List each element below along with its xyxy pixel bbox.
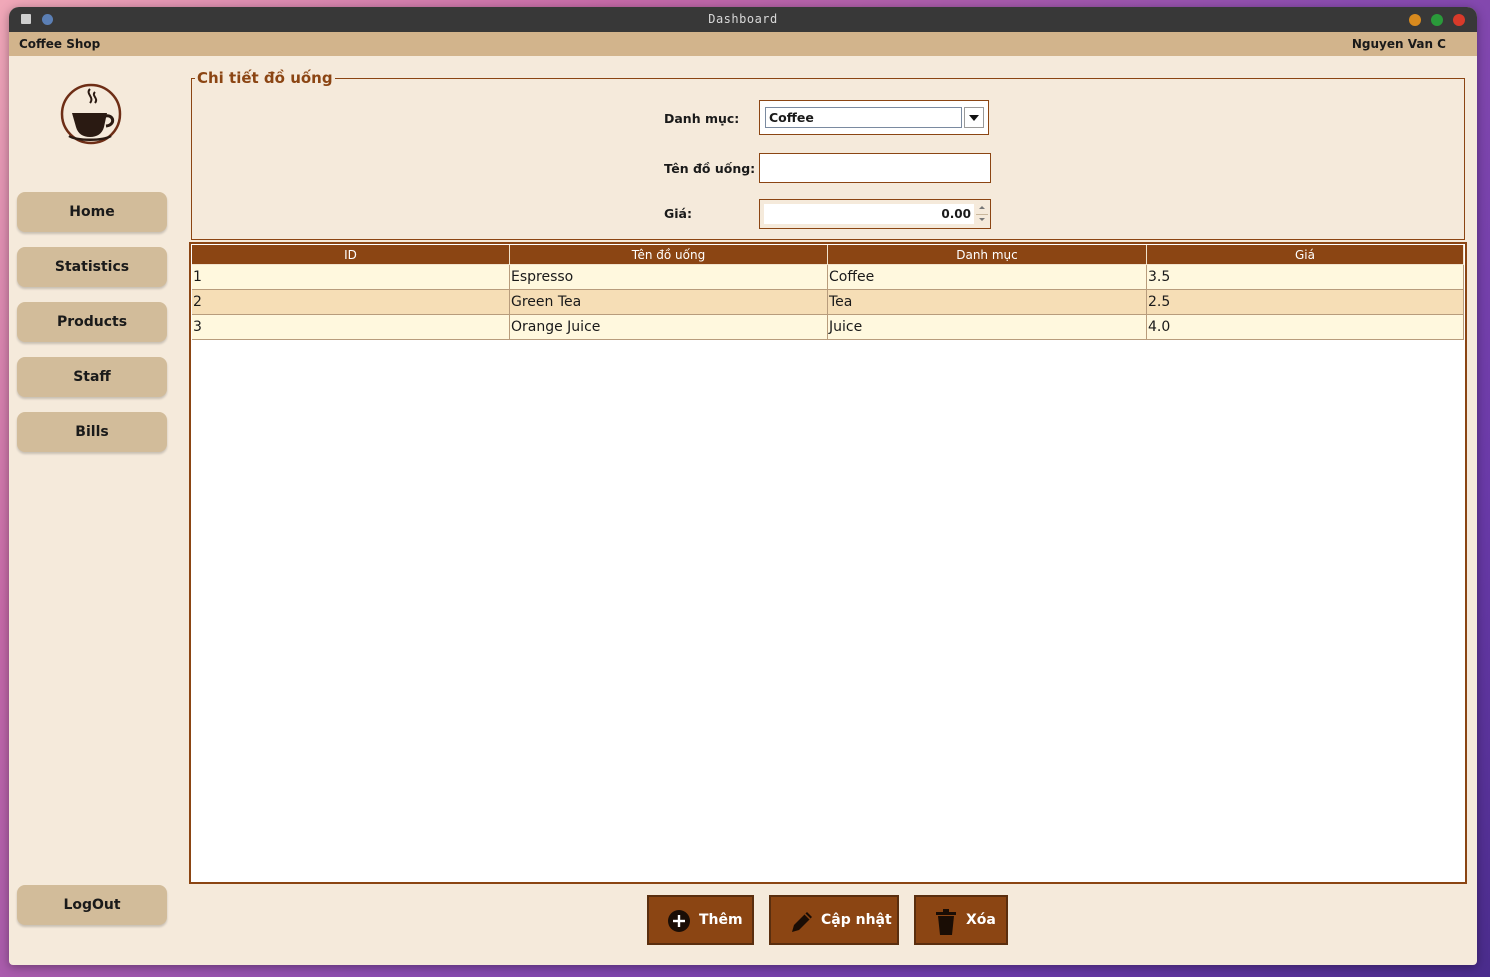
table-cell-id[interactable]: 2 — [192, 290, 510, 315]
close-button[interactable] — [1453, 14, 1465, 26]
nav-statistics-button[interactable]: Statistics — [17, 247, 167, 287]
logout-button[interactable]: LogOut — [17, 885, 167, 925]
brand-label: Coffee Shop — [19, 37, 101, 51]
table-cell-category[interactable]: Juice — [828, 315, 1147, 340]
nav-bills-button[interactable]: Bills — [17, 412, 167, 452]
price-label: Giá: — [664, 206, 692, 221]
drink-name-label: Tên đồ uống: — [664, 161, 756, 176]
table-cell-category[interactable]: Tea — [828, 290, 1147, 315]
table-cell-name[interactable]: Espresso — [510, 265, 828, 290]
column-header-id[interactable]: ID — [192, 245, 510, 265]
delete-button-label: Xóa — [966, 912, 996, 928]
spin-down-icon[interactable] — [976, 214, 988, 226]
add-button[interactable]: Thêm — [647, 895, 754, 945]
table-cell-id[interactable]: 1 — [192, 265, 510, 290]
table-cell-name[interactable]: Orange Juice — [510, 315, 828, 340]
nav-staff-button[interactable]: Staff — [17, 357, 167, 397]
category-combobox[interactable]: Coffee — [759, 100, 989, 135]
table-cell-category[interactable]: Coffee — [828, 265, 1147, 290]
user-name: Nguyen Van C — [1351, 37, 1446, 51]
column-header-price[interactable]: Giá — [1147, 245, 1464, 265]
update-button[interactable]: Cập nhật — [769, 895, 899, 945]
drinks-table: ID Tên đồ uống Danh mục Giá 1 Espresso C… — [189, 242, 1467, 884]
trash-icon — [936, 909, 956, 935]
table-cell-price[interactable]: 4.0 — [1147, 315, 1464, 340]
maximize-button[interactable] — [1431, 14, 1443, 26]
column-header-category[interactable]: Danh mục — [828, 245, 1147, 265]
drink-details-title: Chi tiết đồ uống — [195, 69, 335, 87]
window-title: Dashboard — [708, 12, 778, 26]
price-input[interactable]: 0.00 — [764, 204, 974, 224]
plus-circle-icon — [668, 910, 690, 932]
pencil-icon — [792, 912, 812, 932]
app-window: Dashboard Coffee Shop Nguyen Van C Home … — [9, 7, 1477, 965]
price-spinner[interactable]: 0.00 — [759, 199, 991, 229]
update-button-label: Cập nhật — [821, 912, 892, 928]
category-selected-value[interactable]: Coffee — [765, 107, 962, 128]
nav-products-button[interactable]: Products — [17, 302, 167, 342]
column-header-name[interactable]: Tên đồ uống — [510, 245, 828, 265]
nav-home-button[interactable]: Home — [17, 192, 167, 232]
chevron-down-icon[interactable] — [964, 107, 984, 128]
table-cell-id[interactable]: 3 — [192, 315, 510, 340]
title-bar: Dashboard — [9, 7, 1477, 32]
minimize-button[interactable] — [1409, 14, 1421, 26]
table-cell-price[interactable]: 2.5 — [1147, 290, 1464, 315]
category-label: Danh mục: — [664, 111, 740, 126]
delete-button[interactable]: Xóa — [914, 895, 1008, 945]
add-button-label: Thêm — [699, 912, 743, 928]
coffee-cup-icon — [60, 83, 122, 145]
table-cell-name[interactable]: Green Tea — [510, 290, 828, 315]
drink-name-input[interactable] — [759, 153, 991, 183]
menu-bar: Coffee Shop Nguyen Van C — [9, 32, 1477, 56]
table-cell-price[interactable]: 3.5 — [1147, 265, 1464, 290]
